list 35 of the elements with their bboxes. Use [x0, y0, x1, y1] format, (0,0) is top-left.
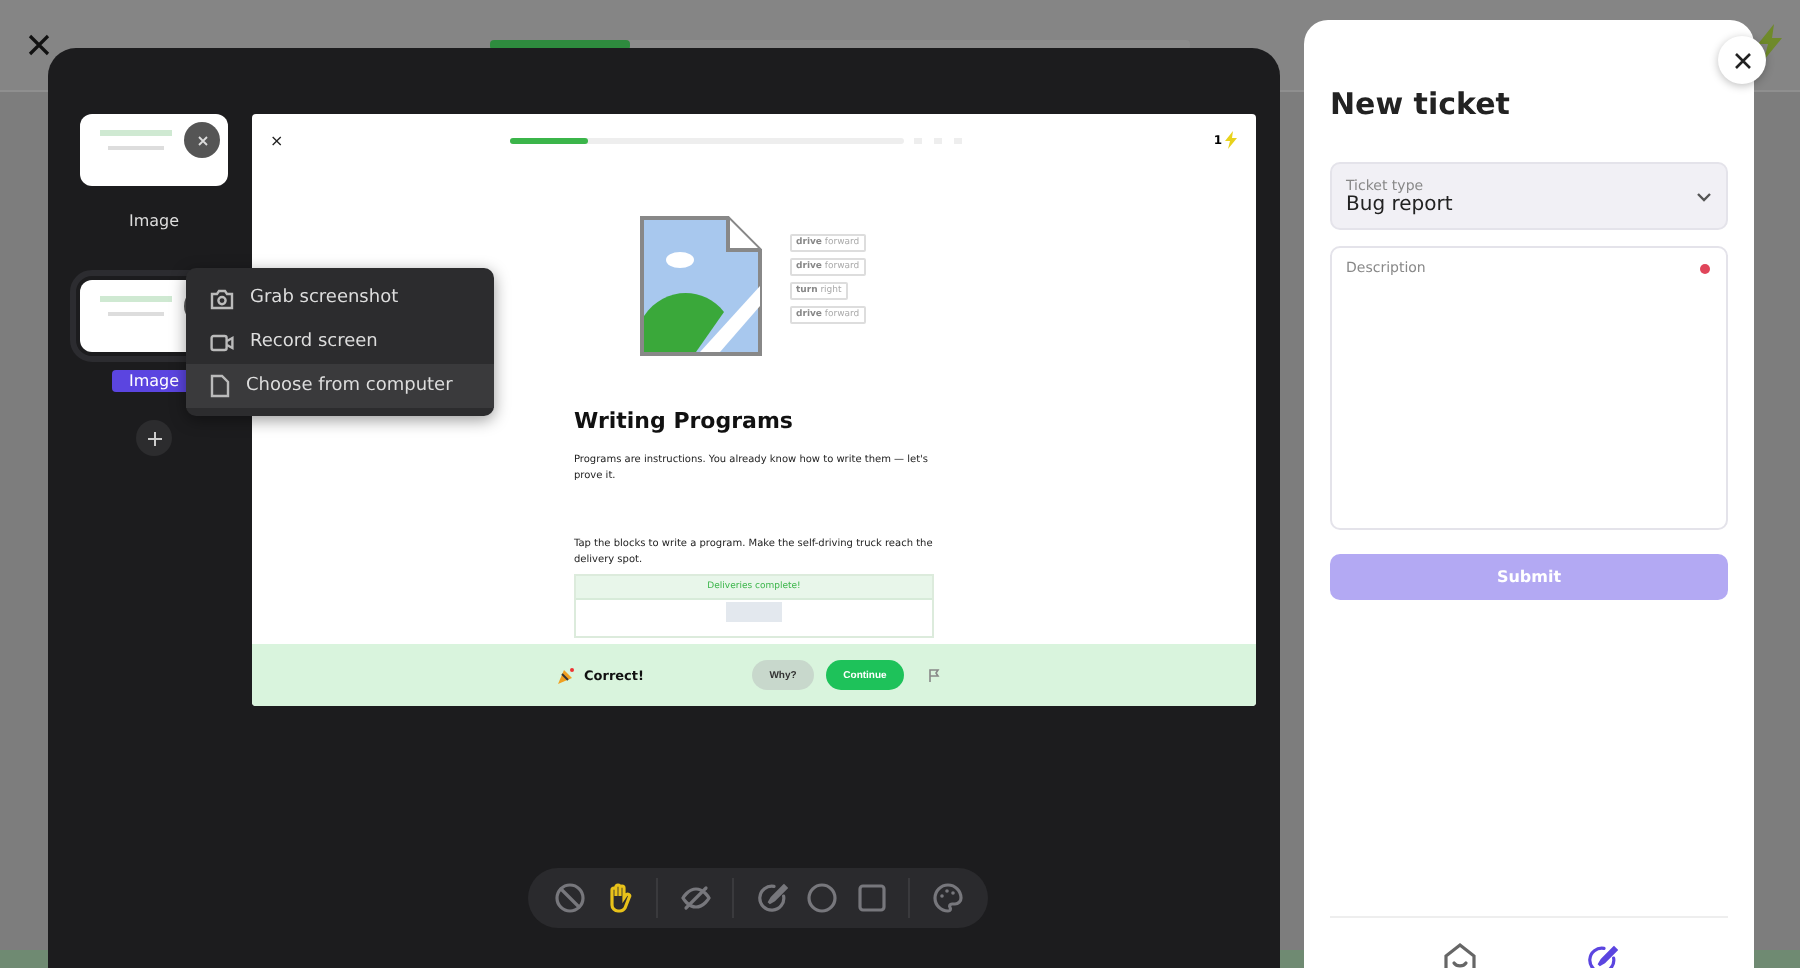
file-icon [210, 374, 230, 398]
camera-icon [210, 287, 234, 309]
slashed-circle-icon[interactable] [553, 882, 585, 914]
menu-item[interactable]: Choose from computer [186, 364, 494, 408]
chevron-down-icon [1696, 191, 1712, 201]
image-placeholder [726, 602, 782, 622]
close-icon[interactable] [28, 34, 50, 56]
menu-item-label: Record screen [250, 332, 378, 352]
close-icon [197, 135, 207, 145]
panel-title: New ticket [1330, 86, 1512, 122]
add-button[interactable] [136, 420, 172, 456]
screenshot-thumbnail[interactable] [80, 114, 228, 186]
party-icon [556, 665, 576, 685]
video-camera-icon [210, 333, 234, 351]
square-icon[interactable] [855, 882, 887, 914]
menu-item[interactable]: Grab screenshot [186, 276, 494, 320]
flag-icon[interactable] [928, 668, 940, 682]
close-glyph: × [270, 131, 286, 149]
palette-icon[interactable] [931, 882, 963, 914]
pen-circle-icon[interactable] [755, 882, 787, 914]
menu-item[interactable]: Record screen [186, 320, 494, 364]
inbox-icon[interactable] [1441, 942, 1477, 968]
circle-icon[interactable] [805, 882, 837, 914]
lesson-title: Writing Programs [574, 408, 795, 434]
remove-button[interactable] [184, 122, 220, 158]
thumbnail-label: Image [126, 210, 182, 232]
menu-item-label: Choose from computer [246, 376, 453, 396]
broken-image-icon [640, 216, 762, 356]
menu-item-label: Grab screenshot [250, 288, 399, 308]
eye-slash-icon[interactable] [679, 882, 711, 914]
field-value: Bug report [1346, 193, 1455, 215]
close-icon [1733, 51, 1751, 69]
lightning-icon [1224, 130, 1238, 150]
plus-icon [147, 431, 161, 445]
pen-circle-icon[interactable] [1585, 943, 1617, 968]
